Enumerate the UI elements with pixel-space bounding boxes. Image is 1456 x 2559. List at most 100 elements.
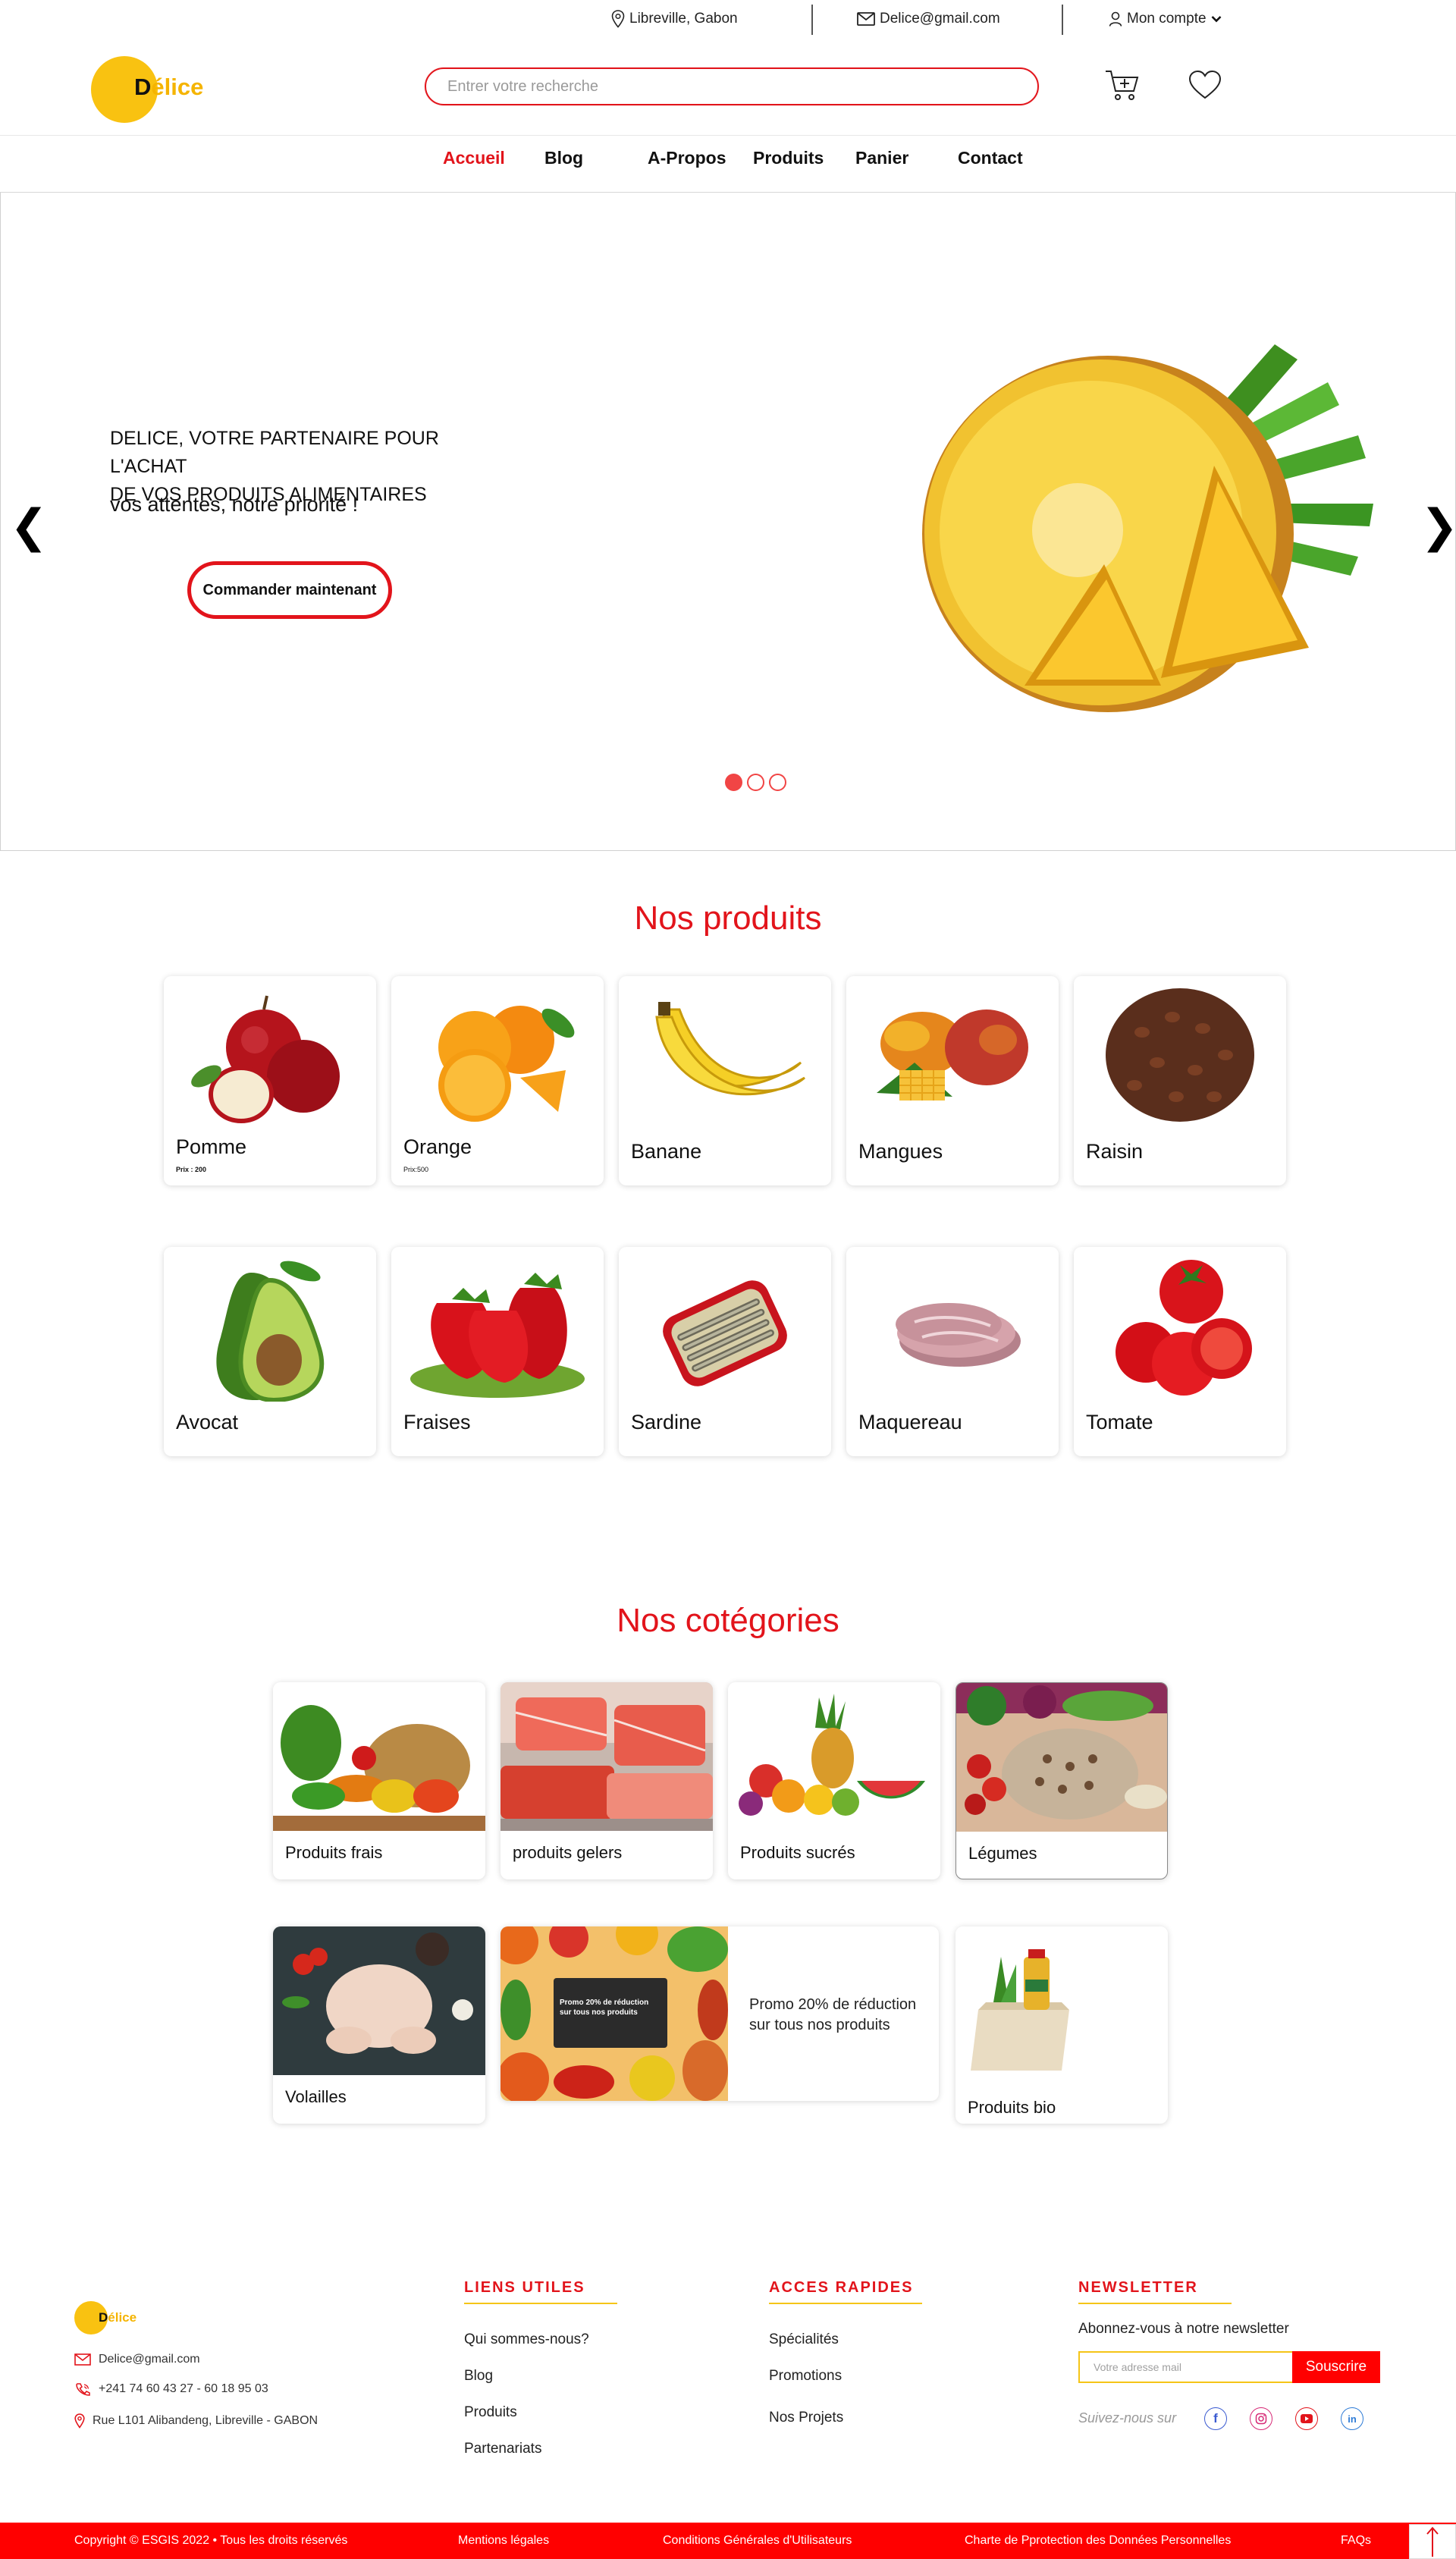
privacy-link[interactable]: Charte de Pprotection des Données Person… bbox=[965, 2534, 1231, 2548]
order-now-button[interactable]: Commander maintenant bbox=[187, 561, 392, 619]
category-card-produits-bio[interactable]: Produits bio bbox=[956, 1926, 1168, 2124]
slider-dot-3[interactable] bbox=[769, 774, 786, 791]
footer-email[interactable]: Delice@gmail.com bbox=[74, 2353, 200, 2366]
footer-link-promotions[interactable]: Promotions bbox=[769, 2368, 842, 2385]
logo-text: Délice bbox=[99, 2310, 137, 2325]
youtube-link[interactable] bbox=[1295, 2407, 1318, 2430]
pineapple-image bbox=[922, 344, 1373, 712]
product-card-banane[interactable]: Banane bbox=[619, 976, 831, 1185]
product-card-fraises[interactable]: Fraises bbox=[391, 1247, 604, 1456]
nav-item-a-propos[interactable]: A-Propos bbox=[648, 148, 726, 168]
account-label: Mon compte bbox=[1127, 11, 1207, 27]
frozen-products-image bbox=[500, 1682, 713, 1831]
account-menu[interactable]: Mon compte bbox=[1109, 9, 1222, 29]
product-card-pomme[interactable]: Pomme Prix : 200 bbox=[164, 976, 376, 1185]
footer-phone: +241 74 60 43 27 - 60 18 95 03 bbox=[74, 2382, 268, 2396]
heart-icon bbox=[1188, 70, 1222, 99]
product-price: Prix:500 bbox=[403, 1166, 429, 1173]
product-card-raisin[interactable]: Raisin bbox=[1074, 976, 1286, 1185]
product-name: Avocat bbox=[176, 1411, 239, 1433]
footer-link-blog[interactable]: Blog bbox=[464, 2368, 493, 2385]
product-card-tomate[interactable]: Tomate bbox=[1074, 1247, 1286, 1456]
terms-link[interactable]: Conditions Générales d'Utilisateurs bbox=[663, 2534, 852, 2548]
useful-links-heading: LIENS UTILES bbox=[464, 2279, 585, 2296]
main-nav: Accueil Blog A-Propos Produits Panier Co… bbox=[0, 135, 1456, 193]
slider-prev-button[interactable]: ❮ bbox=[10, 504, 48, 549]
newsletter-email-input[interactable] bbox=[1078, 2351, 1292, 2383]
subscribe-button[interactable]: Souscrire bbox=[1292, 2351, 1380, 2383]
product-card-maquereau[interactable]: Maquereau bbox=[846, 1247, 1059, 1456]
map-pin-icon bbox=[611, 10, 625, 28]
product-card-orange[interactable]: Orange Prix:500 bbox=[391, 976, 604, 1185]
category-card-produits-frais[interactable]: Produits frais bbox=[273, 1682, 485, 1879]
product-name: Sardine bbox=[631, 1411, 702, 1433]
hero-slider: DELICE, VOTRE PARTENAIRE POUR L'ACHAT DE… bbox=[0, 193, 1456, 851]
slider-next-button[interactable]: ❯ bbox=[1420, 504, 1456, 549]
category-name: Produits frais bbox=[285, 1843, 383, 1862]
youtube-icon bbox=[1301, 2414, 1313, 2423]
phone-icon bbox=[76, 2383, 90, 2396]
faq-link[interactable]: FAQs bbox=[1341, 2534, 1371, 2548]
linkedin-link[interactable]: in bbox=[1341, 2407, 1363, 2430]
nav-item-produits[interactable]: Produits bbox=[753, 148, 824, 168]
slider-dot-2[interactable] bbox=[747, 774, 764, 791]
promo-chalkboard: Promo 20% de réduction sur tous nos prod… bbox=[554, 1978, 667, 2048]
product-name: Orange bbox=[403, 1135, 472, 1158]
facebook-link[interactable]: f bbox=[1204, 2407, 1227, 2430]
copyright-text: Copyright © ESGIS 2022 • Tous les droits… bbox=[74, 2534, 348, 2547]
sardine-tin-image bbox=[663, 1280, 787, 1386]
nav-item-blog[interactable]: Blog bbox=[544, 148, 583, 168]
category-card-produits-sucres[interactable]: Produits sucrés bbox=[728, 1682, 940, 1879]
category-name: Produits sucrés bbox=[740, 1843, 855, 1862]
product-name: Mangues bbox=[858, 1140, 943, 1163]
product-name: Banane bbox=[631, 1140, 702, 1163]
bottom-bar: Copyright © ESGIS 2022 • Tous les droits… bbox=[0, 2523, 1456, 2559]
mango-image bbox=[877, 1009, 1028, 1101]
product-name: Raisin bbox=[1086, 1140, 1144, 1163]
nav-item-contact[interactable]: Contact bbox=[958, 148, 1023, 168]
email-link[interactable]: Delice@gmail.com bbox=[857, 9, 1000, 29]
product-card-sardine[interactable]: Sardine bbox=[619, 1247, 831, 1456]
facebook-icon: f bbox=[1213, 2411, 1218, 2426]
mail-icon bbox=[74, 2353, 91, 2366]
raisin-image bbox=[1106, 988, 1254, 1122]
promo-image-text: Promo 20% de réduction bbox=[560, 1999, 649, 2007]
product-name: Pomme bbox=[176, 1135, 247, 1158]
footer-link-products[interactable]: Produits bbox=[464, 2404, 517, 2421]
footer-link-specialties[interactable]: Spécialités bbox=[769, 2331, 839, 2348]
footer-link-partnerships[interactable]: Partenariats bbox=[464, 2441, 541, 2457]
banana-image bbox=[655, 1002, 805, 1096]
product-card-avocat[interactable]: Avocat bbox=[164, 1247, 376, 1456]
heading-underline bbox=[1078, 2303, 1232, 2304]
instagram-link[interactable] bbox=[1250, 2407, 1272, 2430]
product-name: Fraises bbox=[403, 1411, 471, 1433]
product-card-mangues[interactable]: Mangues bbox=[846, 976, 1059, 1185]
footer-link-projects[interactable]: Nos Projets bbox=[769, 2410, 843, 2426]
newsletter-heading: NEWSLETTER bbox=[1078, 2279, 1198, 2296]
category-card-legumes[interactable]: Légumes bbox=[956, 1682, 1168, 1879]
scroll-to-top-button[interactable] bbox=[1409, 2524, 1456, 2559]
nav-item-accueil[interactable]: Accueil bbox=[443, 148, 505, 168]
mackerel-image bbox=[896, 1303, 1021, 1367]
email-text: Delice@gmail.com bbox=[880, 11, 1000, 27]
promo-image-text: sur tous nos produits bbox=[560, 2008, 638, 2017]
strawberry-image bbox=[410, 1273, 585, 1398]
location-text: Libreville, Gabon bbox=[629, 11, 738, 27]
cart-button[interactable] bbox=[1103, 65, 1141, 103]
wishlist-button[interactable] bbox=[1188, 70, 1222, 100]
organic-products-image bbox=[956, 1926, 1168, 2075]
legal-link[interactable]: Mentions légales bbox=[458, 2534, 549, 2548]
footer-link-about[interactable]: Qui sommes-nous? bbox=[464, 2331, 589, 2348]
category-card-volailles[interactable]: Volailles bbox=[273, 1926, 485, 2124]
nav-item-panier[interactable]: Panier bbox=[855, 148, 908, 168]
user-icon bbox=[1109, 11, 1122, 27]
fresh-produce-image bbox=[273, 1682, 485, 1831]
category-card-produits-gelers[interactable]: produits gelers bbox=[500, 1682, 713, 1879]
footer-address: Rue L101 Alibandeng, Libreville - GABON bbox=[74, 2413, 318, 2429]
slider-dot-1[interactable] bbox=[725, 774, 742, 791]
promo-banner[interactable]: Promo 20% de réduction sur tous nos prod… bbox=[500, 1926, 939, 2101]
chevron-down-icon bbox=[1211, 16, 1221, 23]
search-input[interactable] bbox=[425, 68, 1039, 105]
tomato-image bbox=[1116, 1260, 1252, 1396]
topbar-divider bbox=[811, 5, 813, 35]
